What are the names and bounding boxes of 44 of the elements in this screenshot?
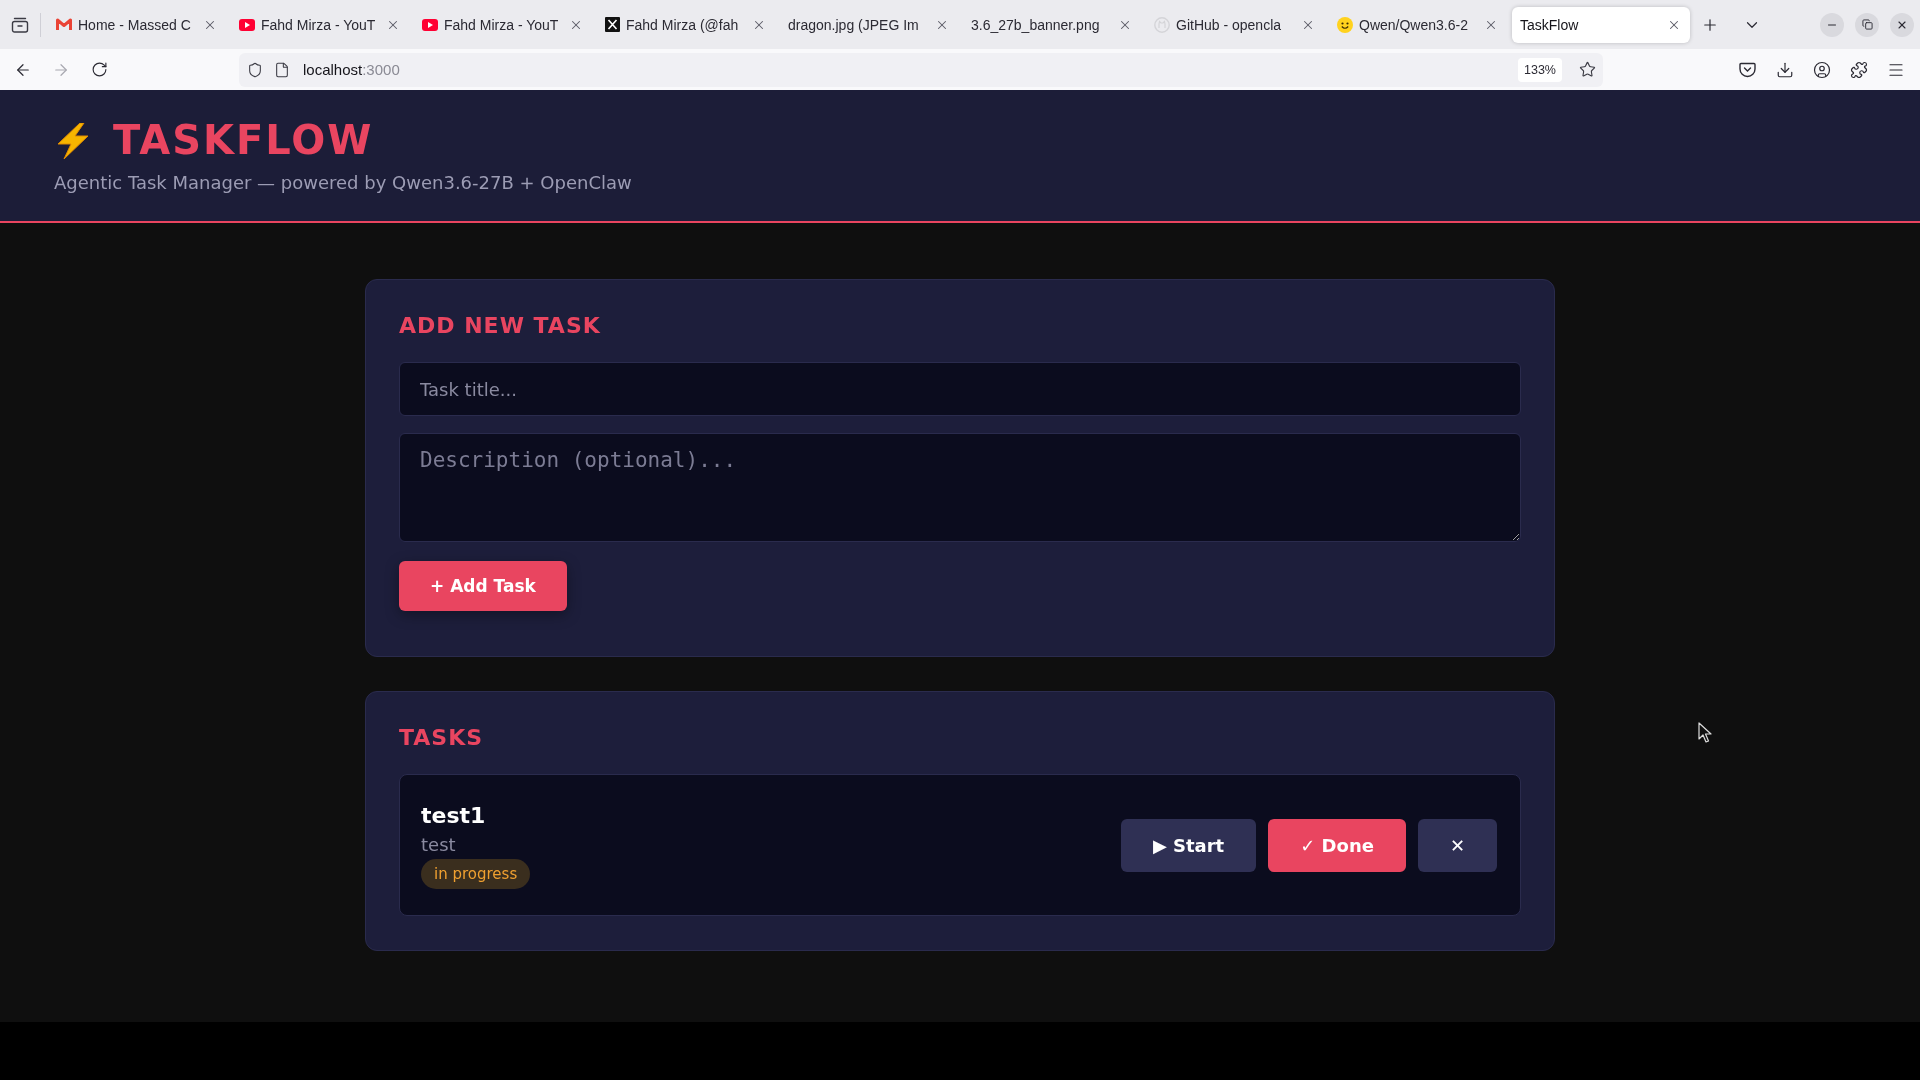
zoom-level-button[interactable]: 133% bbox=[1518, 57, 1562, 82]
mouse-pointer-icon bbox=[1698, 722, 1712, 743]
browser-tab[interactable]: Fahd Mirza - YouT bbox=[414, 6, 592, 43]
browser-tab[interactable]: TaskFlow bbox=[1512, 6, 1690, 43]
page-icon bbox=[274, 61, 290, 78]
bookmark-star-icon[interactable] bbox=[1579, 61, 1596, 78]
minimize-button[interactable] bbox=[1820, 12, 1844, 37]
restore-icon bbox=[1861, 19, 1873, 30]
play-icon bbox=[239, 18, 255, 31]
task-title-field[interactable]: Task title... bbox=[399, 362, 1521, 416]
x-tile-icon bbox=[605, 17, 620, 32]
restore-button[interactable] bbox=[1855, 12, 1879, 37]
browser-tab[interactable]: GitHub - opencla bbox=[1146, 6, 1324, 43]
browser-tab[interactable]: dragon.jpg (JPEG Im bbox=[780, 6, 958, 43]
add-task-button[interactable]: + Add Task bbox=[399, 561, 567, 611]
task-action-button[interactable]: ✕ bbox=[1417, 818, 1497, 872]
extensions-icon[interactable] bbox=[1849, 60, 1868, 79]
smiley-icon bbox=[1337, 16, 1353, 33]
reload-icon[interactable] bbox=[90, 61, 108, 78]
address-bar[interactable]: localhost:3000 133% bbox=[239, 52, 1603, 87]
task-title: test1 bbox=[421, 801, 486, 830]
task-description: test bbox=[421, 832, 456, 857]
close-window-button[interactable] bbox=[1890, 12, 1914, 37]
app-title: TASKFLOW bbox=[113, 117, 374, 164]
browser-tab[interactable]: Fahd Mirza (@fah bbox=[597, 6, 775, 43]
url-text: localhost:3000 bbox=[303, 61, 400, 78]
shield-icon[interactable] bbox=[247, 61, 263, 78]
app-subtitle: Agentic Task Manager — powered by Qwen3.6-27B + OpenClaw bbox=[54, 171, 632, 195]
tab-list-icon[interactable] bbox=[11, 16, 29, 33]
description-field[interactable]: Description (optional)... bbox=[399, 433, 1521, 542]
download-icon[interactable] bbox=[1775, 60, 1794, 79]
browser-tab[interactable]: 3.6_27b_banner.png bbox=[963, 6, 1141, 43]
play-icon bbox=[422, 18, 438, 31]
section-heading: TASKS bbox=[399, 725, 484, 751]
task-action-button[interactable]: ✓ Done bbox=[1268, 818, 1406, 872]
task-action-button[interactable]: ▶ Start bbox=[1120, 818, 1257, 872]
pocket-save-icon[interactable] bbox=[1739, 61, 1756, 78]
browser-tab[interactable]: Fahd Mirza - YouT bbox=[231, 6, 409, 43]
m-logo-icon bbox=[56, 18, 72, 31]
browser-tab[interactable]: Qwen/Qwen3.6-2 bbox=[1329, 6, 1507, 43]
status-badge: in progress bbox=[421, 858, 531, 889]
browser-tab[interactable]: Home - Massed C bbox=[48, 6, 226, 43]
section-heading: ADD NEW TASK bbox=[399, 313, 601, 339]
account-icon[interactable] bbox=[1812, 60, 1831, 79]
